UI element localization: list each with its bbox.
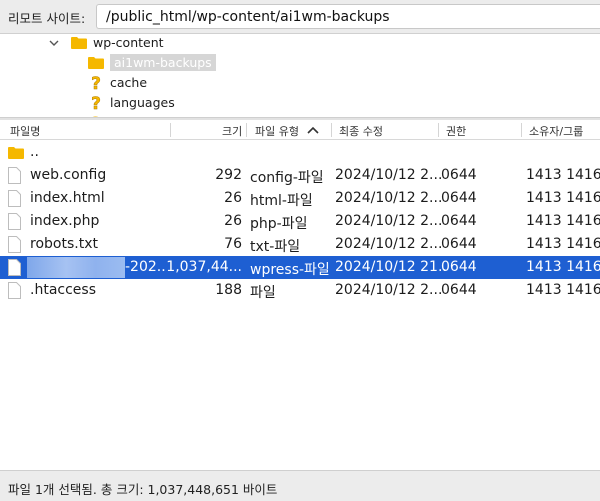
- status-bar: 파일 1개 선택됨. 총 크기: 1,037,448,651 바이트: [0, 470, 600, 501]
- chevron-down-icon[interactable]: [48, 37, 60, 49]
- file-modified: 2024/10/12 2...: [335, 213, 443, 229]
- remote-site-label: 리모트 사이트:: [8, 11, 86, 26]
- file-icon: [8, 190, 21, 207]
- remote-directory-tree[interactable]: wp-content ai1wm-backups ? cache ? langu…: [0, 33, 600, 117]
- file-modified: 2024/10/12 21..: [335, 259, 447, 275]
- file-modified: 2024/10/12 2...: [335, 167, 443, 183]
- svg-text:?: ?: [91, 94, 101, 111]
- folder-icon: [8, 147, 24, 159]
- file-size: 76: [224, 236, 242, 252]
- column-header-owner[interactable]: 소유자/그룹: [529, 123, 583, 139]
- file-permissions: 0644: [441, 282, 477, 298]
- column-divider[interactable]: [170, 123, 171, 137]
- file-name: -202..: [125, 259, 166, 275]
- tree-item-cache[interactable]: ? cache: [88, 72, 147, 92]
- file-row-selected[interactable]: -202.. 1,037,44... wpress-파일 2024/10/12 …: [0, 256, 600, 279]
- folder-icon: [71, 36, 87, 49]
- file-name: .htaccess: [30, 282, 96, 298]
- file-owner: 1413 1416: [526, 259, 600, 275]
- file-icon: [8, 282, 21, 299]
- column-header-type[interactable]: 파일 유형: [255, 123, 299, 139]
- file-modified: 2024/10/12 2...: [335, 236, 443, 252]
- sort-ascending-icon[interactable]: [307, 126, 319, 134]
- tree-item-languages[interactable]: ? languages: [88, 92, 175, 112]
- file-modified: 2024/10/12 2...: [335, 190, 443, 206]
- column-header-modified[interactable]: 최종 수정: [339, 123, 383, 139]
- file-modified: 2024/10/12 2...: [335, 282, 443, 298]
- file-name: web.config: [30, 167, 107, 183]
- file-row-parent[interactable]: ..: [0, 141, 600, 164]
- file-row[interactable]: index.php 26 php-파일 2024/10/12 2... 0644…: [0, 210, 600, 233]
- file-row[interactable]: index.html 26 html-파일 2024/10/12 2... 06…: [0, 187, 600, 210]
- remote-site-bar: 리모트 사이트: /public_html/wp-content/ai1wm-b…: [0, 0, 600, 33]
- redacted-filename-blur: [27, 257, 125, 278]
- file-size: 26: [224, 213, 242, 229]
- file-type: config-파일: [250, 170, 324, 186]
- tree-item-label: ai1wm-backups: [110, 53, 216, 71]
- column-divider[interactable]: [331, 123, 332, 137]
- file-list-header: 파일명 크기 파일 유형 최종 수정 권한 소유자/그룹: [0, 120, 600, 140]
- column-header-size[interactable]: 크기: [222, 123, 242, 139]
- remote-path-input[interactable]: /public_html/wp-content/ai1wm-backups: [96, 4, 600, 29]
- file-owner: 1413 1416: [526, 236, 600, 252]
- file-permissions: 0644: [441, 167, 477, 183]
- file-type: txt-파일: [250, 239, 301, 255]
- file-row[interactable]: .htaccess 188 파일 2024/10/12 2... 0644 14…: [0, 279, 600, 302]
- column-divider[interactable]: [521, 123, 522, 137]
- tree-item-label: languages: [110, 94, 175, 110]
- file-name: index.html: [30, 190, 105, 206]
- tree-item-ai1wm-backups[interactable]: ai1wm-backups: [88, 52, 216, 72]
- file-size: 26: [224, 190, 242, 206]
- unknown-folder-icon: ?: [91, 94, 101, 111]
- column-header-name[interactable]: 파일명: [10, 123, 40, 139]
- file-permissions: 0644: [441, 213, 477, 229]
- file-name: index.php: [30, 213, 100, 229]
- file-owner: 1413 1416: [526, 190, 600, 206]
- tree-item-label: cache: [110, 74, 148, 90]
- column-divider[interactable]: [246, 123, 247, 137]
- file-name: ..: [30, 144, 39, 160]
- selection-status-text: 파일 1개 선택됨. 총 크기: 1,037,448,651 바이트: [8, 482, 278, 497]
- file-type: php-파일: [250, 216, 308, 232]
- file-row[interactable]: robots.txt 76 txt-파일 2024/10/12 2... 064…: [0, 233, 600, 256]
- column-divider[interactable]: [438, 123, 439, 137]
- column-header-permissions[interactable]: 권한: [446, 123, 466, 139]
- file-owner: 1413 1416: [526, 167, 600, 183]
- file-size: 292: [215, 167, 242, 183]
- file-icon: [8, 236, 21, 253]
- file-icon: [8, 259, 21, 276]
- file-size: 1,037,44...: [166, 259, 242, 275]
- file-permissions: 0644: [441, 190, 477, 206]
- file-type: wpress-파일: [250, 262, 330, 278]
- file-icon: [8, 213, 21, 230]
- file-owner: 1413 1416: [526, 213, 600, 229]
- folder-icon: [88, 56, 104, 69]
- file-permissions: 0644: [441, 236, 477, 252]
- tree-item-label: wp-content: [93, 34, 164, 50]
- file-type: 파일: [250, 285, 276, 301]
- file-type: html-파일: [250, 193, 313, 209]
- file-icon: [8, 167, 21, 184]
- file-size: 188: [215, 282, 242, 298]
- file-name: robots.txt: [30, 236, 98, 252]
- remote-file-list[interactable]: .. web.config 292 config-파일 2024/10/12 2…: [0, 140, 600, 470]
- file-row[interactable]: web.config 292 config-파일 2024/10/12 2...…: [0, 164, 600, 187]
- tree-item-wp-content[interactable]: wp-content: [71, 34, 164, 52]
- unknown-folder-icon: ?: [91, 74, 101, 91]
- file-permissions: 0644: [441, 259, 477, 275]
- svg-text:?: ?: [91, 74, 101, 91]
- file-owner: 1413 1416: [526, 282, 600, 298]
